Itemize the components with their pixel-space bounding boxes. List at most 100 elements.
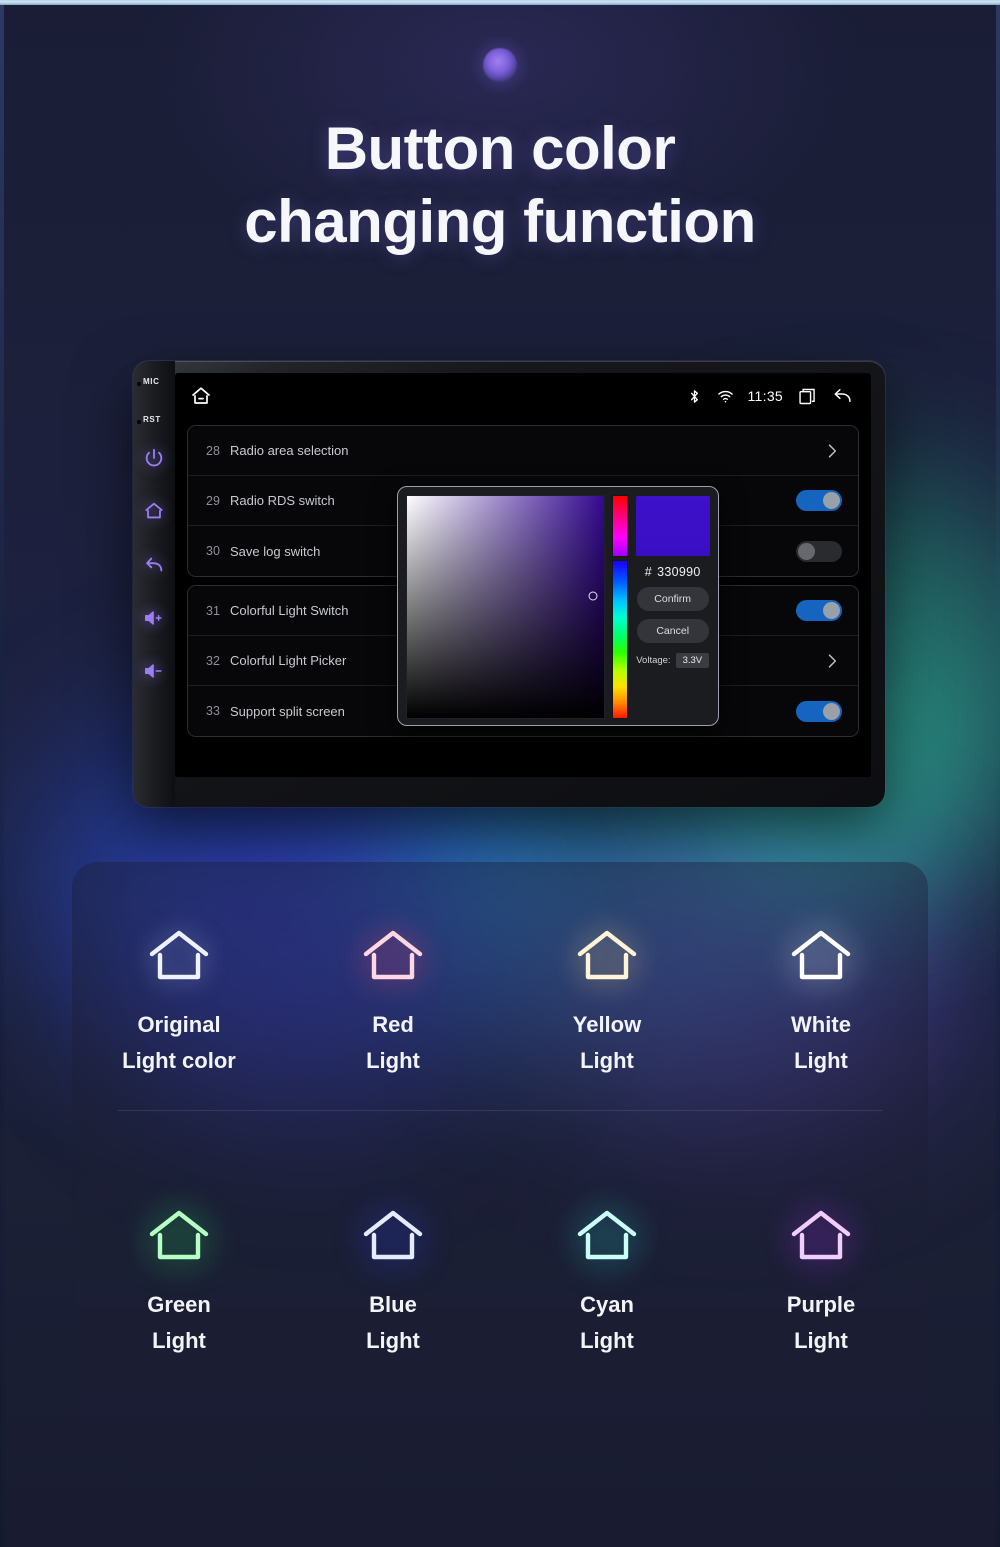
chevron-right-icon[interactable] <box>822 441 842 461</box>
hue-slider-upper[interactable] <box>612 495 629 557</box>
power-icon[interactable] <box>143 447 165 469</box>
mic-label: MIC <box>143 377 160 386</box>
row-label: Radio area selection <box>230 443 349 458</box>
label-line2: Light <box>794 1328 848 1353</box>
house-icon <box>786 925 856 987</box>
row-number: 31 <box>206 603 220 618</box>
color-cursor-handle[interactable] <box>588 591 598 601</box>
saturation-value-area[interactable] <box>406 495 606 719</box>
hue-slider[interactable] <box>612 495 629 719</box>
glow-orb-icon <box>483 48 517 82</box>
label-line2: Light <box>152 1328 206 1353</box>
label-line1: White <box>791 1012 851 1038</box>
row-control[interactable] <box>796 700 842 722</box>
home-icon[interactable] <box>143 500 165 522</box>
house-icon <box>786 1205 856 1267</box>
recent-apps-icon[interactable] <box>797 386 818 407</box>
label-line1: Yellow <box>572 1012 642 1038</box>
light-option-label: Blue Light <box>366 1287 420 1358</box>
page-title-line2: changing function <box>244 188 756 256</box>
cancel-button[interactable]: Cancel <box>636 619 709 643</box>
hex-symbol: # <box>644 565 653 579</box>
label-line2: Light <box>580 1048 634 1073</box>
light-option-red[interactable]: Red Light <box>286 862 500 1142</box>
row-control[interactable] <box>822 441 842 461</box>
light-option-purple[interactable]: Purple Light <box>714 1142 928 1422</box>
label-line1: Red <box>372 1012 414 1038</box>
hue-slider-lower[interactable] <box>612 560 629 719</box>
page-title: Button color changing function <box>0 112 1000 258</box>
bluetooth-icon <box>686 388 703 405</box>
house-icon <box>144 1205 214 1267</box>
device-bezel: MIC RST <box>133 361 175 807</box>
light-option-label: White Light <box>791 1007 851 1078</box>
device-screen: 11:35 28 Radio area selection 29 Radio R… <box>175 373 871 777</box>
label-line2: Light <box>580 1328 634 1353</box>
toggle-switch[interactable] <box>796 700 842 722</box>
status-bar: 11:35 <box>175 373 871 419</box>
color-picker-dialog[interactable]: # 330990 Confirm Cancel Voltage: 3.3V <box>397 486 719 726</box>
volume-down-icon[interactable] <box>143 660 165 682</box>
page-title-line1: Button color <box>324 115 676 182</box>
light-option-label: Original Light color <box>122 1007 236 1078</box>
reset-hole <box>137 420 141 424</box>
toggle-switch[interactable] <box>796 490 842 511</box>
row-control[interactable] <box>822 651 842 671</box>
light-option-label: Yellow Light <box>573 1007 641 1078</box>
label-line2: Light color <box>122 1048 236 1073</box>
row-control[interactable] <box>796 490 842 511</box>
row-number: 30 <box>206 544 220 558</box>
row-number: 33 <box>206 704 220 718</box>
light-option-yellow[interactable]: Yellow Light <box>500 862 714 1142</box>
page-background: Button color changing function MIC RST 1… <box>0 0 1000 1547</box>
light-option-original[interactable]: Original Light color <box>72 862 286 1142</box>
chevron-right-icon[interactable] <box>822 651 842 671</box>
light-color-card: Original Light color Red Light Yellow Li… <box>72 862 928 1422</box>
label-line2: Light <box>366 1328 420 1353</box>
toggle-switch[interactable] <box>796 600 842 621</box>
row-number: 32 <box>206 653 220 668</box>
row-label: Colorful Light Switch <box>230 603 349 618</box>
label-line1: Green <box>147 1292 211 1318</box>
color-picker-controls: # 330990 Confirm Cancel Voltage: 3.3V <box>635 495 710 717</box>
label-line1: Blue <box>369 1292 417 1318</box>
table-row[interactable]: 28 Radio area selection <box>188 426 858 476</box>
label-line2: Light <box>366 1048 420 1073</box>
label-line2: Light <box>794 1048 848 1073</box>
light-option-label: Cyan Light <box>580 1287 634 1358</box>
volume-up-icon[interactable] <box>143 607 165 629</box>
voltage-readout: Voltage: 3.3V <box>636 653 710 668</box>
confirm-button[interactable]: Confirm <box>636 587 709 611</box>
row-label: Radio RDS switch <box>230 493 335 508</box>
light-option-blue[interactable]: Blue Light <box>286 1142 500 1422</box>
row-label: Support split screen <box>230 703 345 719</box>
status-bar-right: 11:35 <box>686 386 854 407</box>
top-accent-strip <box>0 0 1000 5</box>
label-line1: Original <box>137 1012 221 1038</box>
row-label: Colorful Light Picker <box>230 653 347 668</box>
light-option-green[interactable]: Green Light <box>72 1142 286 1422</box>
row-control[interactable] <box>796 600 842 621</box>
toggle-knob <box>823 602 840 619</box>
row-number: 28 <box>206 443 220 458</box>
back-icon[interactable] <box>143 554 165 576</box>
toggle-knob <box>823 492 840 509</box>
screen-home-icon[interactable] <box>189 384 213 408</box>
toggle-knob <box>823 702 840 720</box>
car-head-unit: MIC RST 11:35 28 Radio area selection 29… <box>133 361 885 807</box>
wifi-icon <box>717 388 734 405</box>
row-number: 29 <box>206 493 220 508</box>
light-option-label: Purple Light <box>787 1287 855 1358</box>
toggle-knob <box>798 542 815 560</box>
mic-hole <box>137 382 141 386</box>
back-arrow-icon[interactable] <box>832 386 853 407</box>
label-line1: Cyan <box>580 1292 634 1318</box>
house-icon <box>358 925 428 987</box>
clock-time: 11:35 <box>747 388 783 404</box>
light-option-white[interactable]: White Light <box>714 862 928 1142</box>
row-control[interactable] <box>796 540 842 562</box>
label-line1: Purple <box>786 1292 856 1318</box>
light-option-cyan[interactable]: Cyan Light <box>500 1142 714 1422</box>
toggle-switch[interactable] <box>796 540 842 562</box>
house-icon <box>572 925 642 987</box>
